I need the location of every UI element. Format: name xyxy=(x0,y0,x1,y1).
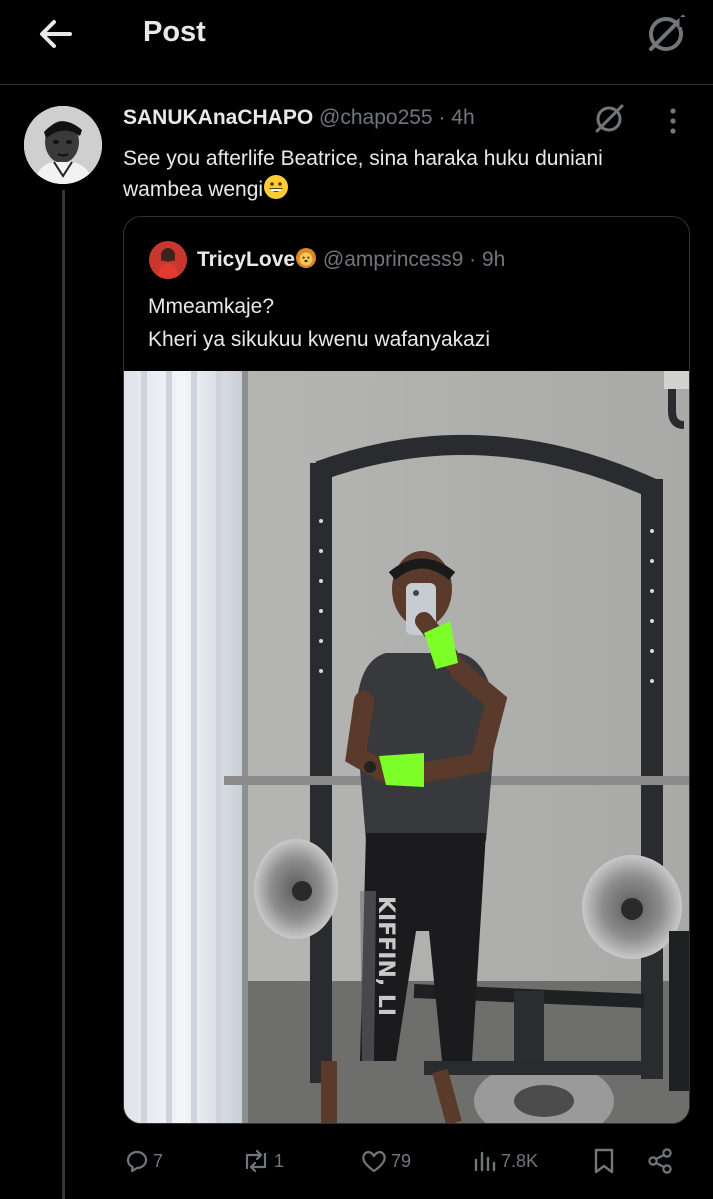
share-button[interactable] xyxy=(646,1140,674,1182)
quoted-text-line2: Kheri ya sikukuu kwenu wafanyakazi xyxy=(148,328,491,351)
bookmark-icon xyxy=(594,1148,614,1174)
reply-count: 7 xyxy=(153,1150,164,1171)
quoted-post-header: TricyLove @amprincess9 · 9h xyxy=(197,247,505,272)
author-name[interactable]: SANUKAnaCHAPO xyxy=(123,106,313,129)
post-header: SANUKAnaCHAPO @chapo255 · 4h xyxy=(123,106,475,130)
top-bar: Post xyxy=(0,0,713,85)
repost-count: 1 xyxy=(274,1150,285,1171)
share-icon xyxy=(648,1148,672,1174)
separator-dot: · xyxy=(438,106,446,129)
quoted-author-handle[interactable]: @amprincess9 xyxy=(323,248,463,271)
repost-button[interactable]: 1 xyxy=(241,1140,284,1182)
quoted-post-time[interactable]: 9h xyxy=(482,248,505,271)
repost-icon xyxy=(245,1149,267,1173)
gym-selfie-photo[interactable]: KIFFIN, LI xyxy=(124,371,689,1123)
lion-emoji xyxy=(295,248,317,271)
reply-button[interactable]: 7 xyxy=(124,1140,163,1182)
quoted-post[interactable]: TricyLove @amprincess9 · 9h Mmeamkaje? K… xyxy=(123,216,690,1124)
like-count: 79 xyxy=(391,1150,412,1171)
grinning-face-emoji xyxy=(263,174,289,209)
reply-icon xyxy=(126,1150,148,1173)
views-icon xyxy=(474,1151,496,1172)
back-arrow-icon[interactable] xyxy=(36,14,76,54)
post-text: See you afterlife Beatrice, sina haraka … xyxy=(123,143,693,209)
bookmark-button[interactable] xyxy=(592,1140,616,1182)
post-text-line2: wambea wengi xyxy=(123,178,264,201)
quoted-author-name[interactable]: TricyLove xyxy=(197,248,295,271)
views-count: 7.8K xyxy=(501,1150,539,1171)
grok-icon[interactable] xyxy=(590,100,628,138)
quoted-post-text: Mmeamkaje? Kheri ya sikukuu kwenu wafany… xyxy=(148,290,490,356)
views-button[interactable]: 7.8K xyxy=(472,1140,538,1182)
author-handle[interactable]: @chapo255 xyxy=(319,106,433,129)
post-time[interactable]: 4h xyxy=(451,106,474,129)
separator-dot: · xyxy=(469,248,477,271)
more-vertical-icon[interactable] xyxy=(660,104,686,138)
author-avatar[interactable] xyxy=(24,106,102,184)
heart-icon xyxy=(362,1151,386,1173)
thread-line xyxy=(62,190,65,1199)
grok-icon[interactable] xyxy=(642,10,690,58)
page-title: Post xyxy=(143,16,206,48)
quoted-text-line1: Mmeamkaje? xyxy=(148,295,275,318)
legging-print: KIFFIN, LI xyxy=(373,896,398,1016)
action-bar: 7 1 79 7.8K xyxy=(0,1140,713,1182)
quoted-author-avatar[interactable] xyxy=(149,241,187,279)
like-button[interactable]: 79 xyxy=(360,1140,411,1182)
post-text-line1: See you afterlife Beatrice, sina haraka … xyxy=(123,147,603,170)
